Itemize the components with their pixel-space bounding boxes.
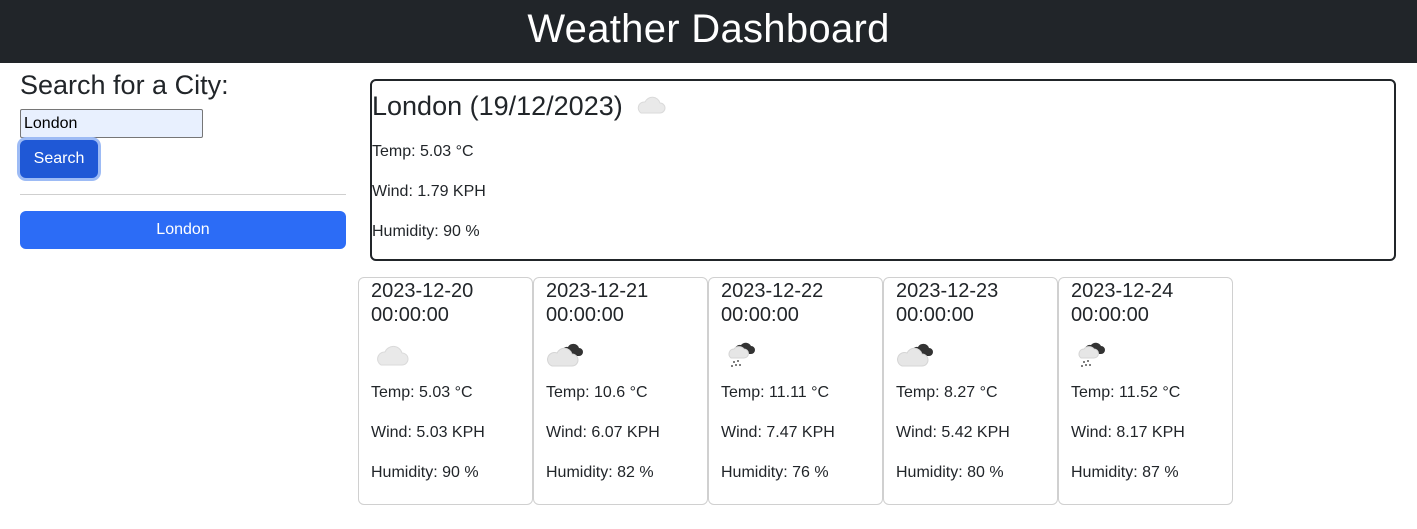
snow-cloud-icon bbox=[1071, 335, 1220, 375]
page-title: Weather Dashboard bbox=[527, 7, 890, 51]
forecast-card: 2023-12-21 00:00:00 Temp: 10.6 °C Wind: … bbox=[533, 277, 708, 505]
forecast-wind: Wind: 5.03 KPH bbox=[371, 424, 485, 441]
current-wind: Wind: 1.79 KPH bbox=[372, 183, 486, 200]
forecast-temp: Temp: 5.03 °C bbox=[371, 384, 473, 401]
sidebar: Search for a City: Search London bbox=[20, 63, 346, 249]
forecast-humidity: Humidity: 76 % bbox=[721, 464, 829, 481]
current-temp: Temp: 5.03 °C bbox=[372, 143, 474, 160]
forecast-card: 2023-12-23 00:00:00 Temp: 8.27 °C Wind: … bbox=[883, 277, 1058, 505]
forecast-humidity: Humidity: 80 % bbox=[896, 464, 1004, 481]
cloud-icon bbox=[371, 335, 520, 375]
forecast-row: 2023-12-20 00:00:00 Temp: 5.03 °C Wind: … bbox=[358, 277, 1233, 505]
forecast-date: 2023-12-21 00:00:00 bbox=[546, 280, 649, 326]
forecast-wind: Wind: 8.17 KPH bbox=[1071, 424, 1185, 441]
forecast-card: 2023-12-20 00:00:00 Temp: 5.03 °C Wind: … bbox=[358, 277, 533, 505]
forecast-temp: Temp: 8.27 °C bbox=[896, 384, 998, 401]
current-city-date: London (19/12/2023) bbox=[372, 90, 623, 121]
forecast-temp: Temp: 11.52 °C bbox=[1071, 384, 1181, 401]
search-heading: Search for a City: bbox=[20, 70, 229, 100]
snow-cloud-icon bbox=[721, 335, 870, 375]
current-humidity: Humidity: 90 % bbox=[372, 223, 480, 240]
current-weather-header: London (19/12/2023) bbox=[372, 89, 1394, 122]
history-city-button[interactable]: London bbox=[20, 211, 346, 249]
forecast-wind: Wind: 6.07 KPH bbox=[546, 424, 660, 441]
forecast-humidity: Humidity: 82 % bbox=[546, 464, 654, 481]
forecast-date: 2023-12-23 00:00:00 bbox=[896, 280, 999, 326]
forecast-date: 2023-12-24 00:00:00 bbox=[1071, 280, 1174, 326]
forecast-temp: Temp: 11.11 °C bbox=[721, 384, 830, 401]
forecast-card: 2023-12-22 00:00:00 Temp: 11.11 °C Wind:… bbox=[708, 277, 883, 505]
current-weather-card: London (19/12/2023) Temp: 5.03 °C Wind: … bbox=[370, 79, 1396, 261]
forecast-card: 2023-12-24 00:00:00 Temp: 11.52 °C Wind:… bbox=[1058, 277, 1233, 505]
cloud-icon bbox=[633, 93, 667, 122]
forecast-date: 2023-12-20 00:00:00 bbox=[371, 280, 474, 326]
forecast-humidity: Humidity: 87 % bbox=[1071, 464, 1179, 481]
dark-clouds-icon bbox=[546, 335, 695, 375]
dark-clouds-icon bbox=[896, 335, 1045, 375]
forecast-date: 2023-12-22 00:00:00 bbox=[721, 280, 824, 326]
search-button[interactable]: Search bbox=[20, 140, 98, 178]
forecast-temp: Temp: 10.6 °C bbox=[546, 384, 648, 401]
divider bbox=[20, 194, 346, 195]
app-header: Weather Dashboard bbox=[0, 0, 1417, 63]
forecast-wind: Wind: 7.47 KPH bbox=[721, 424, 835, 441]
forecast-humidity: Humidity: 90 % bbox=[371, 464, 479, 481]
city-search-input[interactable] bbox=[20, 109, 203, 138]
forecast-wind: Wind: 5.42 KPH bbox=[896, 424, 1010, 441]
